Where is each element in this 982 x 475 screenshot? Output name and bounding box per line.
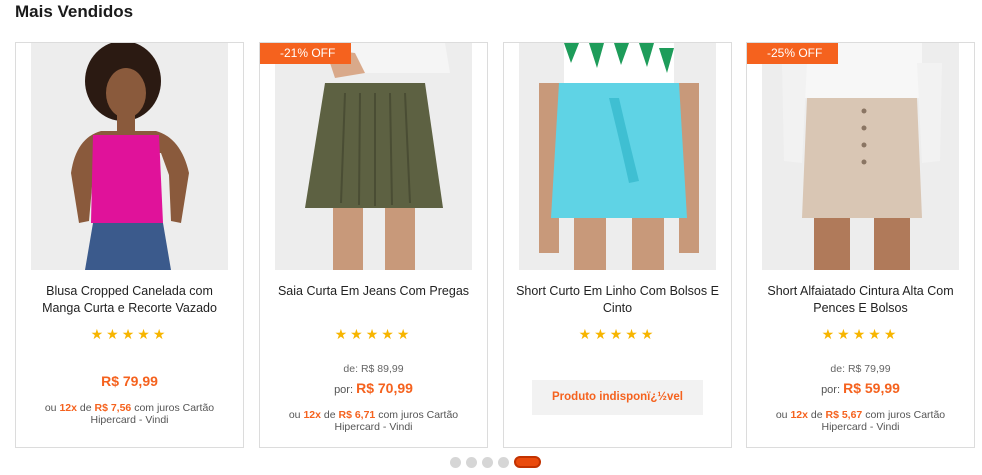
rating-stars: ★★★★★ [821,326,900,342]
product-name[interactable]: Short Alfaiatado Cintura Alta Com Pences… [757,283,964,317]
product-name[interactable]: Blusa Cropped Canelada com Manga Curta e… [26,283,233,317]
product-card[interactable]: -21% OFF Saia Curta Em Jeans Com Pregas … [259,42,488,448]
rating-stars: ★★★★★ [334,326,413,342]
installments-info: ou 12x de R$ 6,71 com juros Cartão Hiper… [288,409,459,433]
old-price: de: R$ 79,99 [830,363,891,375]
section-title: Mais Vendidos [15,2,134,21]
carousel-dot-active[interactable] [514,456,541,468]
product-name[interactable]: Short Curto Em Linho Com Bolsos E Cinto [514,283,721,317]
carousel-pagination [450,456,541,468]
unavailable-button[interactable]: Produto indisponï¿½vel [532,380,703,415]
product-card[interactable]: Blusa Cropped Canelada com Manga Curta e… [15,42,244,448]
price: por: R$ 59,99 [821,380,900,396]
carousel-dot[interactable] [482,456,493,468]
product-image[interactable] [519,43,716,270]
carousel-dot[interactable] [450,456,461,468]
carousel-dot[interactable] [466,456,477,468]
product-image[interactable] [275,43,472,270]
price: por: R$ 70,99 [334,380,413,396]
product-card[interactable]: Short Curto Em Linho Com Bolsos E Cinto … [503,42,732,448]
product-image[interactable] [31,43,228,270]
rating-stars: ★★★★★ [90,326,169,342]
product-name[interactable]: Saia Curta Em Jeans Com Pregas [270,283,477,300]
discount-badge: -25% OFF [747,43,839,64]
price: R$ 79,99 [101,373,158,389]
rating-stars: ★★★★★ [578,326,657,342]
product-card[interactable]: -25% OFF Short Alfaiatado Cintura Alta C… [746,42,975,448]
installments-info: ou 12x de R$ 5,67 com juros Cartão Hiper… [775,409,946,433]
installments-info: ou 12x de R$ 7,56 com juros Cartão Hiper… [44,402,215,426]
product-image[interactable] [762,43,959,270]
discount-badge: -21% OFF [260,43,352,64]
old-price: de: R$ 89,99 [343,363,404,375]
carousel-dot[interactable] [498,456,509,468]
